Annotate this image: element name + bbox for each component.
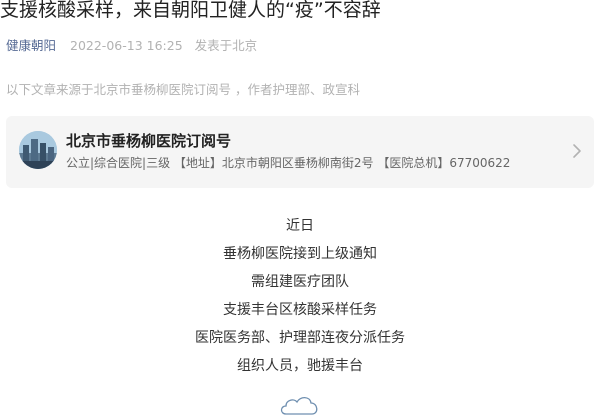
body-line: 组织人员，驰援丰台 — [237, 358, 363, 374]
article-meta: 健康朝阳 2022-06-13 16:25 发表于北京 — [6, 36, 257, 56]
article-body: 近日 垂杨柳医院接到上级通知 需组建医疗团队 支援丰台区核酸采样任务 医院医务部… — [0, 212, 600, 380]
body-line: 医院医务部、护理部连夜分派任务 — [195, 330, 405, 346]
account-avatar — [19, 131, 57, 169]
publish-date: 2022-06-13 16:25 — [70, 38, 183, 53]
source-note: 以下文章来源于北京市垂杨柳医院订阅号 ，作者护理部、政宣科 — [6, 82, 360, 97]
body-line: 近日 — [286, 218, 314, 234]
article-title: 支援核酸采样，来自朝阳卫健人的“疫”不容辞 — [0, 0, 381, 21]
body-line: 需组建医疗团队 — [251, 274, 349, 290]
publish-location: 发表于北京 — [194, 38, 258, 53]
body-line: 垂杨柳医院接到上级通知 — [223, 246, 377, 262]
body-line: 支援丰台区核酸采样任务 — [223, 302, 377, 318]
chevron-right-icon[interactable] — [569, 143, 585, 159]
source-account-name: 北京市垂杨柳医院订阅号 — [66, 132, 232, 150]
source-account-card[interactable]: 北京市垂杨柳医院订阅号 公立|综合医院|三级 【地址】北京市朝阳区垂杨柳南街2号… — [6, 116, 594, 188]
source-account-description: 公立|综合医院|三级 【地址】北京市朝阳区垂杨柳南街2号 【医院总机】67700… — [66, 156, 511, 170]
cloud-icon — [280, 396, 318, 415]
account-name-link[interactable]: 健康朝阳 — [6, 38, 56, 53]
